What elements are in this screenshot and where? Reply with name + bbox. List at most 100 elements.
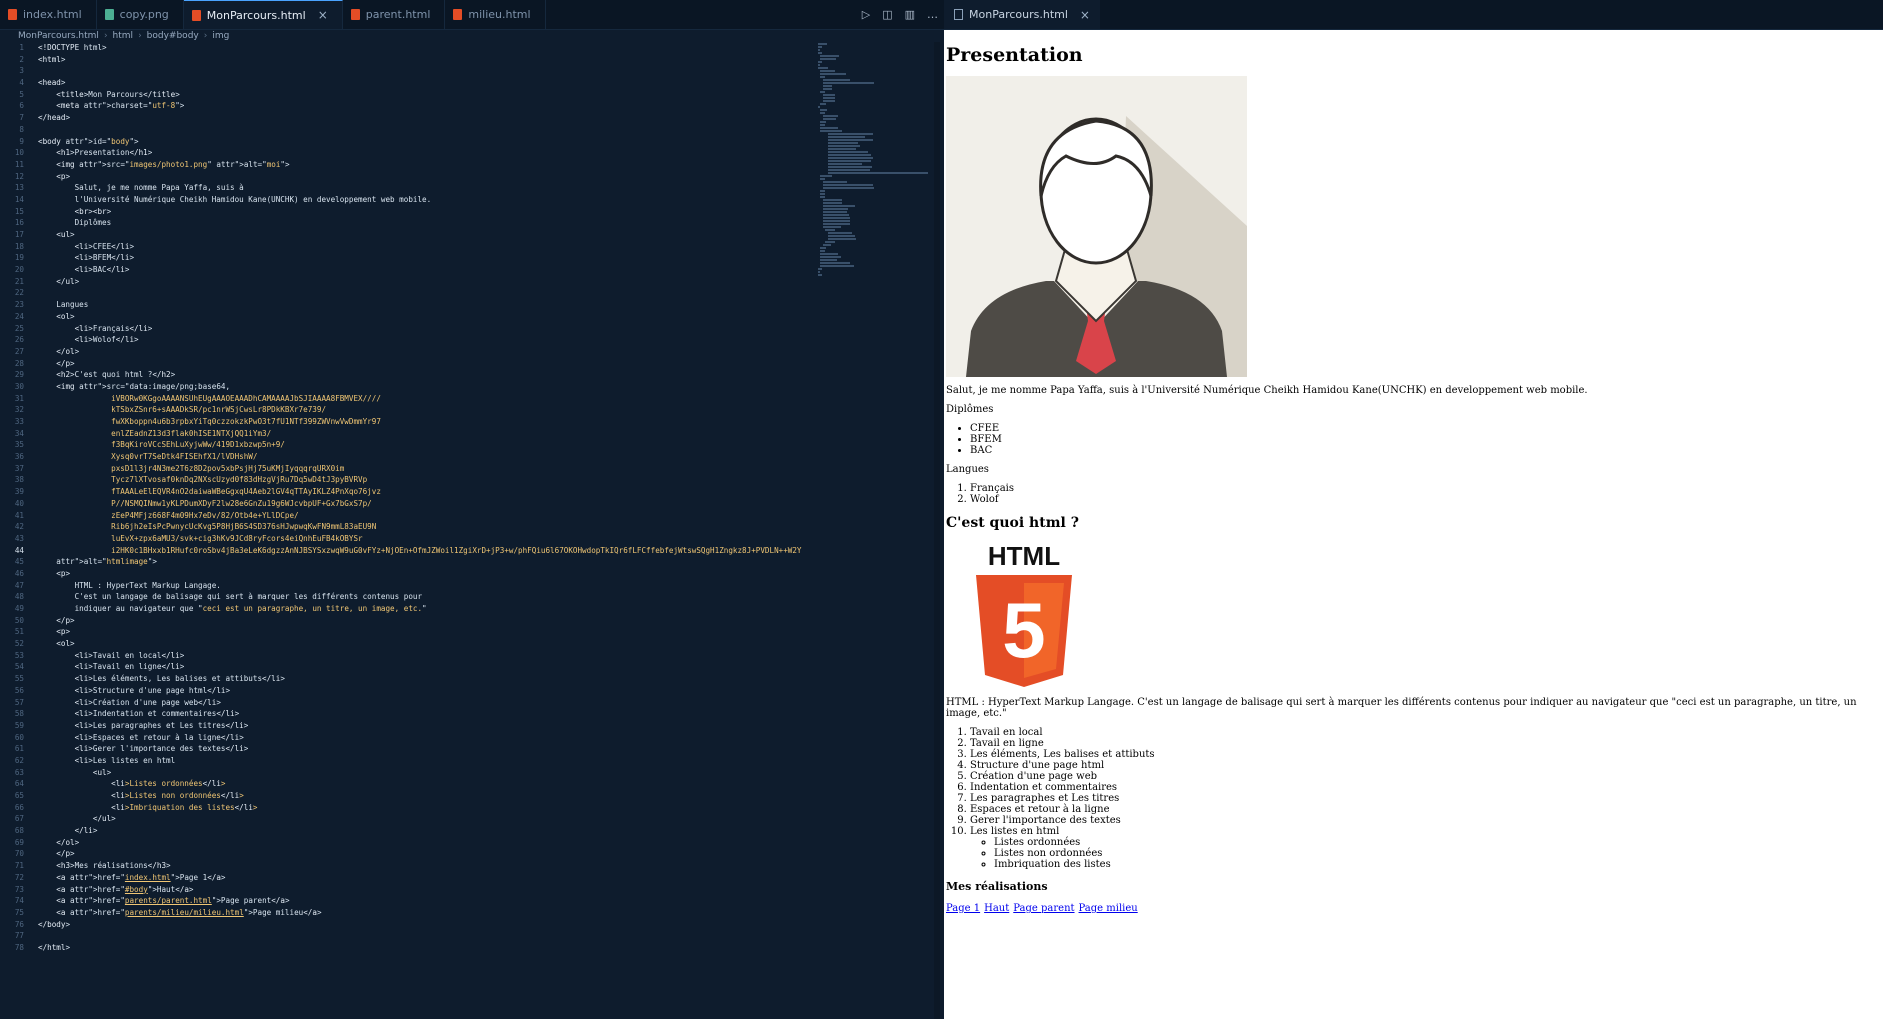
code-text[interactable]: <br><br> [38,206,112,218]
code-text[interactable]: l'Université Numérique Cheikh Hamidou Ka… [38,194,432,206]
code-text[interactable]: <li>Indentation et commentaires</li> [38,708,240,720]
nav-link[interactable]: Haut [984,903,1009,914]
code-text[interactable]: <li>Listes non ordonnées</li> [38,790,244,802]
code-text[interactable]: <li>Structure d'une page html</li> [38,685,230,697]
code-text[interactable]: <h3>Mes réalisations</h3> [38,860,170,872]
code-text[interactable]: <li>Les éléments, Les balises et attibut… [38,673,285,685]
code-text[interactable]: <li>Gerer l'importance des textes</li> [38,743,249,755]
tab-monparcours-html[interactable]: MonParcours.html × [183,0,343,29]
code-text[interactable]: Tycz7lXTvosaf0knDq2NXscUzyd0f83dHzgVjRu7… [38,474,367,486]
tab-parent-html[interactable]: parent.html [343,0,446,29]
code-text[interactable]: <li>BFEM</li> [38,252,134,264]
code-text[interactable]: </head> [38,112,70,124]
code-text[interactable]: <img attr">src="data:image/png;base64, [38,381,230,393]
code-text[interactable]: <title>Mon Parcours</title> [38,89,179,101]
code-text[interactable]: <p> [38,568,70,580]
code-text[interactable]: <!DOCTYPE html> [38,42,107,54]
code-text[interactable]: </li> [38,825,98,837]
close-icon[interactable]: × [318,8,328,22]
code-text[interactable]: </ul> [38,813,116,825]
code-text[interactable]: zEeP4MFjz668F4m09Hx7eDv/82/Otb4e+YLlDCpe… [38,510,298,522]
code-text[interactable]: <li>Wolof</li> [38,334,139,346]
tab-copy-png[interactable]: copy.png [97,0,184,29]
code-text[interactable]: indiquer au navigateur que "ceci est un … [38,603,427,615]
code-text[interactable]: <head> [38,77,65,89]
code-text[interactable]: </ol> [38,837,79,849]
split-editor-icon[interactable]: ▥ [905,8,915,21]
more-icon[interactable]: … [927,8,938,21]
code-text[interactable]: <li>Français</li> [38,323,153,335]
code-text[interactable]: C'est un langage de balisage qui sert à … [38,591,422,603]
code-text[interactable]: <h2>C'est quoi html ?</h2> [38,369,175,381]
code-text[interactable]: <li>BAC</li> [38,264,130,276]
code-text[interactable]: Rib6jh2eIsPcPwnycUcKvg5P8HjB6S4SD376sHJw… [38,521,376,533]
breadcrumb-item[interactable]: img [212,31,229,41]
code-text[interactable]: <ul> [38,767,111,779]
code-text[interactable]: <p> [38,171,70,183]
code-text[interactable]: <ol> [38,638,74,650]
code-text[interactable]: <li>Les paragraphes et Les titres</li> [38,720,249,732]
code-text[interactable]: <li>Listes ordonnées</li> [38,778,225,790]
editor-scrollbar[interactable] [934,42,940,1019]
code-text[interactable]: HTML : HyperText Markup Langage. [38,580,221,592]
code-line: 24 <ol> [0,311,815,323]
tab-index-html[interactable]: index.html [0,0,97,29]
code-text[interactable]: </p> [38,358,74,370]
code-text[interactable]: <li>Imbriquation des listes</li> [38,802,257,814]
nav-link[interactable]: Page parent [1013,903,1074,914]
code-text[interactable]: Salut, je me nomme Papa Yaffa, suis à [38,182,244,194]
run-icon[interactable]: ▷ [862,8,870,21]
preview-tab[interactable]: MonParcours.html × [944,0,1100,29]
code-text[interactable]: <img attr">src="images/photo1.png" attr"… [38,159,289,171]
nav-link[interactable]: Page milieu [1079,903,1138,914]
code-text[interactable]: attr">alt="htmlimage"> [38,556,157,568]
code-line: 55 <li>Les éléments, Les balises et atti… [0,673,815,685]
tab-milieu-html[interactable]: milieu.html [445,0,546,29]
code-text[interactable]: <ul> [38,229,74,241]
code-text[interactable]: <h1>Presentation</h1> [38,147,152,159]
code-text[interactable]: <li>Espaces et retour à la ligne</li> [38,732,244,744]
code-text[interactable]: enlZEadnZ13d3flak0hISE1NTXjQQ1iYm3/ [38,428,271,440]
breadcrumb-item[interactable]: body#body [147,31,199,41]
minimap[interactable] [818,42,938,276]
code-text[interactable]: </ul> [38,276,79,288]
code-text[interactable]: </body> [38,919,70,931]
breadcrumb-item[interactable]: MonParcours.html [18,31,99,41]
code-text[interactable]: <li>Tavail en local</li> [38,650,185,662]
code-text[interactable]: i2HK0c1BHxxb1RHufc0roSbv4jBa3eLeK6dgzzAn… [38,545,801,557]
code-text[interactable]: luEvX+zpx6aMU3/svk+cig3hKv9JCd8ryFcors4e… [38,533,362,545]
code-text[interactable]: </p> [38,615,74,627]
code-text[interactable]: </ol> [38,346,79,358]
code-text[interactable]: <li>CFEE</li> [38,241,134,253]
breadcrumb-item[interactable]: html [113,31,134,41]
code-text[interactable]: Xysq0vrT7SeDtk4FISEhfX1/lVDHshW/ [38,451,257,463]
nav-link[interactable]: Page 1 [946,903,980,914]
code-text[interactable]: </html> [38,942,70,954]
code-text[interactable]: Diplômes [38,217,112,229]
code-text[interactable]: <li>Tavail en ligne</li> [38,661,185,673]
code-text[interactable]: <a attr">href="#body">Haut</a> [38,884,193,896]
code-text[interactable]: P//NSMQINmw1yKLPDumXDyF2lw28e6GnZu19g6WJ… [38,498,372,510]
code-text[interactable]: iVBORw0KGgoAAAANSUhEUgAAAOEAAADhCAMAAAAJ… [38,393,381,405]
code-text[interactable]: fTAAALeElEQVR4nO2daiwaWBeGgxqU4Aeb2lGV4q… [38,486,381,498]
code-text[interactable]: pxsD1l3jr4N3me2T6z8D2pov5xbPsjHj75uKMjIy… [38,463,344,475]
code-area[interactable]: 1 <!DOCTYPE html> 2 <html> 3 4 <head> 5 <title>… [0,42,815,1019]
split-preview-icon[interactable]: ◫ [882,8,892,21]
code-text[interactable]: Langues [38,299,88,311]
code-text[interactable]: f3BqKiroVCcSEhLuXyjwWw/419D1xbzwp5n+9/ [38,439,285,451]
code-text[interactable]: <a attr">href="parents/parent.html">Page… [38,895,289,907]
close-icon[interactable]: × [1080,8,1090,22]
code-text[interactable]: <ol> [38,311,74,323]
code-text[interactable]: </p> [38,848,74,860]
code-text[interactable]: <li>Les listes en html [38,755,176,767]
code-text[interactable]: <a attr">href="parents/milieu/milieu.htm… [38,907,321,919]
code-text[interactable]: <li>Création d'une page web</li> [38,697,221,709]
code-text[interactable]: <a attr">href="index.html">Page 1</a> [38,872,225,884]
code-text[interactable]: <body attr">id="body"> [38,136,139,148]
code-text[interactable]: fwXKboppn4u6b3rpbxYiTq0czzokzkPwO3t7fU1N… [38,416,381,428]
code-text[interactable]: kTSbxZSnr6+sAAADkSR/pc1nrWSjCwsLr8PDkKBX… [38,404,326,416]
code-text[interactable]: <meta attr">charset="utf-8"> [38,100,184,112]
code-text[interactable]: <html> [38,54,65,66]
code-text[interactable]: <p> [38,626,70,638]
minimap-line [827,133,873,135]
